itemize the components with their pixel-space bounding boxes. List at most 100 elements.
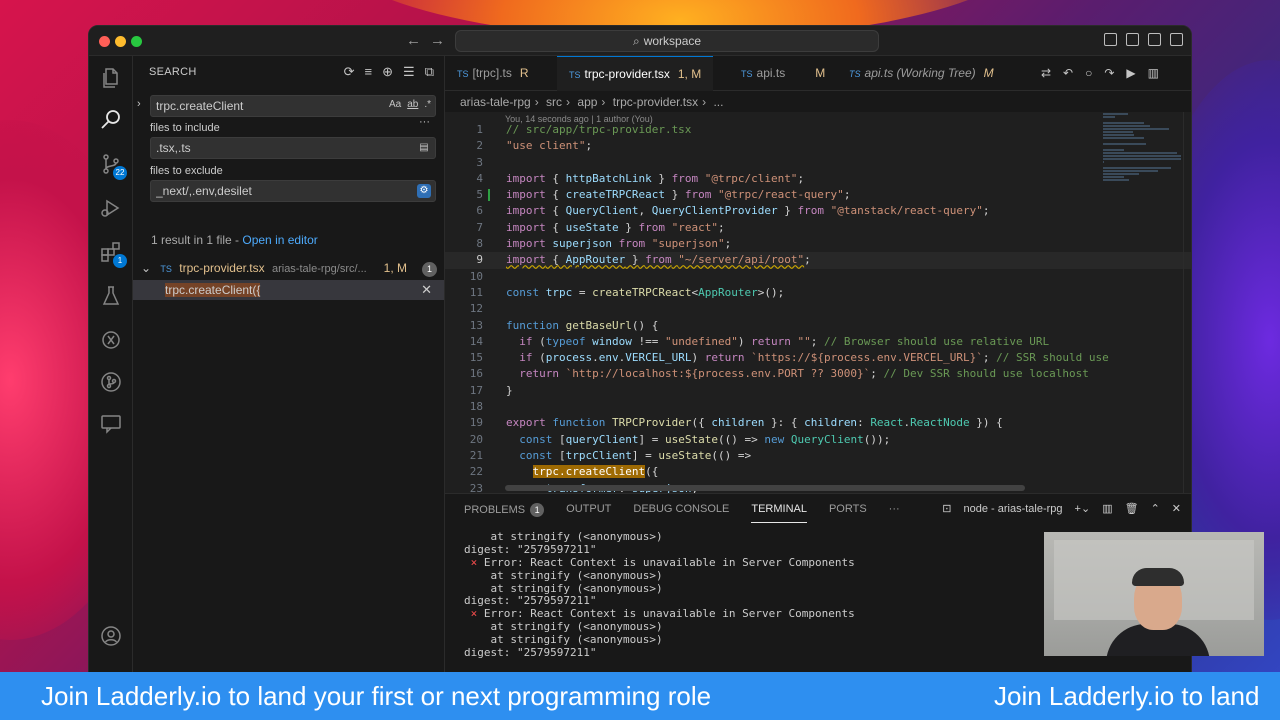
split-terminal-icon[interactable]: ▥ <box>1102 502 1112 515</box>
vertical-scrollbar[interactable] <box>1183 112 1191 493</box>
tab-debug-console[interactable]: DEBUG CONSOLE <box>633 503 729 523</box>
terminal-text: at stringify (<anonymous>) <box>464 530 663 543</box>
files-to-include-input[interactable] <box>151 138 401 158</box>
search-input[interactable] <box>151 96 351 116</box>
chat-icon[interactable] <box>99 412 123 436</box>
toggle-secondary-sidebar-icon[interactable] <box>1148 33 1161 46</box>
new-terminal-icon[interactable]: +⌄ <box>1075 502 1091 515</box>
code-editor[interactable]: You, 14 seconds ago | 1 author (You) 1//… <box>445 112 1191 493</box>
line-number: 15 <box>469 351 483 365</box>
result-match-row[interactable]: trpc.createClient({ ✕ <box>133 280 444 300</box>
tab-ports[interactable]: PORTS <box>829 503 867 523</box>
code-line[interactable]: 15 if (process.env.VERCEL_URL) return `h… <box>445 350 1191 366</box>
tab-api-ts[interactable]: TS api.ts M <box>729 56 837 91</box>
new-search-editor-icon[interactable]: ⊕ <box>382 64 393 80</box>
back-arrow-icon[interactable]: ← <box>406 32 421 50</box>
match-whole-word-toggle[interactable]: ab <box>407 99 418 110</box>
code-line[interactable]: 10 <box>445 269 1191 285</box>
code-text: // src/app/trpc-provider.tsx <box>506 123 692 136</box>
terminal-output[interactable]: at stringify (<anonymous>) digest: "25795… <box>464 530 1104 660</box>
view-as-tree-icon[interactable]: ☰ <box>403 64 415 80</box>
clear-results-icon[interactable]: ≡ <box>365 64 373 80</box>
terminal-instance-name[interactable]: node - arias-tale-rpg <box>963 503 1062 515</box>
files-to-exclude-input[interactable] <box>151 181 401 201</box>
trash-icon[interactable]: 🗑 <box>1125 502 1139 515</box>
code-line[interactable]: 11 const trpc = createTRPCReact<AppRouter… <box>445 285 1191 301</box>
previous-change-icon[interactable]: ○ <box>1085 66 1092 80</box>
zoom-window-button[interactable] <box>131 36 142 47</box>
search-details-toggle-icon[interactable]: ··· <box>419 116 430 128</box>
panel-more-icon[interactable]: ··· <box>889 503 900 523</box>
line-number: 9 <box>476 253 483 267</box>
gear-icon[interactable]: ⚙ <box>417 184 431 198</box>
tab-problems[interactable]: PROBLEMS 1 <box>464 503 545 523</box>
result-file-row[interactable]: ⌄ TS trpc-provider.tsx arias-tale-rpg/sr… <box>141 261 441 281</box>
use-regex-toggle[interactable]: .* <box>424 99 431 110</box>
forward-arrow-icon[interactable]: → <box>430 32 445 50</box>
tab-trpc-provider[interactable]: TS trpc-provider.tsx 1, M <box>557 56 714 91</box>
extensions-icon[interactable]: 1 <box>99 240 127 268</box>
code-line[interactable]: 19 export function TRPCProvider({ childre… <box>445 415 1191 431</box>
split-editor-icon[interactable]: ▥ <box>1148 66 1159 80</box>
maximize-panel-icon[interactable]: ⌃ <box>1151 502 1160 515</box>
tab-api-ts-working-tree[interactable]: TS api.ts (Working Tree) M <box>837 56 1006 91</box>
code-line[interactable]: 9 import { AppRouter } from "~/server/api… <box>445 252 1191 269</box>
code-line[interactable]: 4 import { httpBatchLink } from "@trpc/cl… <box>445 171 1191 187</box>
breadcrumb-item[interactable]: app <box>577 95 597 109</box>
code-line[interactable]: 20 const [queryClient] = useState(() => … <box>445 432 1191 448</box>
close-window-button[interactable] <box>99 36 110 47</box>
revert-icon[interactable]: ↶ <box>1063 66 1073 80</box>
code-line[interactable]: 21 const [trpcClient] = useState(() => <box>445 448 1191 464</box>
code-line[interactable]: 17} <box>445 383 1191 399</box>
command-center[interactable]: ⌕ workspace <box>455 30 879 52</box>
minimap[interactable] <box>1103 112 1183 493</box>
run-debug-icon[interactable] <box>99 196 123 220</box>
minimap-line <box>1103 173 1139 175</box>
breadcrumb-item[interactable]: src <box>546 95 562 109</box>
tab-trpc-ts[interactable]: TS [trpc].ts R <box>445 56 541 91</box>
git-compare-icon[interactable]: ⇄ <box>1041 66 1051 80</box>
explorer-icon[interactable] <box>99 66 123 90</box>
code-line[interactable]: 12 <box>445 301 1191 317</box>
match-case-toggle[interactable]: Aa <box>389 99 401 110</box>
minimize-window-button[interactable] <box>115 36 126 47</box>
source-control-icon[interactable]: 22 <box>99 152 127 180</box>
code-line[interactable]: 5 import { createTRPCReact } from "@trpc/… <box>445 187 1191 203</box>
book-icon[interactable]: ▤ <box>417 141 431 155</box>
editor-actions: ⇄ ↶ ○ ↷ ▶ ▥ <box>1041 66 1159 80</box>
tab-output[interactable]: OUTPUT <box>566 503 611 523</box>
open-in-editor-link[interactable]: Open in editor <box>242 233 317 247</box>
dismiss-result-icon[interactable]: ✕ <box>421 282 432 298</box>
code-line[interactable]: 14 if (typeof window !== "undefined") re… <box>445 334 1191 350</box>
refresh-icon[interactable]: ⟳ <box>344 64 355 80</box>
code-line[interactable]: 18 <box>445 399 1191 415</box>
code-line[interactable]: 7 import { useState } from "react"; <box>445 220 1191 236</box>
breadcrumb-item[interactable]: arias-tale-rpg <box>460 95 531 109</box>
code-line[interactable]: 2 "use client"; <box>445 138 1191 154</box>
code-line[interactable]: 8 import superjson from "superjson"; <box>445 236 1191 252</box>
code-line[interactable]: 1 // src/app/trpc-provider.tsx <box>445 122 1191 138</box>
toggle-replace-chevron-icon[interactable]: › <box>137 98 141 110</box>
code-line[interactable]: 22 trpc.createClient({ <box>445 464 1191 480</box>
tab-label: api.ts <box>756 66 786 80</box>
code-line[interactable]: 6 import { QueryClient, QueryClientProvid… <box>445 203 1191 219</box>
breadcrumb-item[interactable]: trpc-provider.tsx <box>613 95 698 109</box>
run-icon[interactable]: ▶ <box>1126 66 1135 80</box>
git-graph-icon[interactable] <box>99 370 123 394</box>
collapse-all-icon[interactable]: ⧉ <box>425 64 434 80</box>
toggle-panel-icon[interactable] <box>1126 33 1139 46</box>
remote-explorer-icon[interactable] <box>99 328 123 352</box>
customize-layout-icon[interactable] <box>1170 33 1183 46</box>
code-line[interactable]: 13 function getBaseUrl() { <box>445 318 1191 334</box>
toggle-primary-sidebar-icon[interactable] <box>1104 33 1117 46</box>
tab-terminal[interactable]: TERMINAL <box>751 503 807 523</box>
testing-icon[interactable] <box>99 284 123 308</box>
breadcrumb-item[interactable]: ... <box>713 95 723 109</box>
horizontal-scrollbar[interactable] <box>505 485 1025 491</box>
code-line[interactable]: 16 return `http://localhost:${process.en… <box>445 366 1191 382</box>
accounts-icon[interactable] <box>99 624 123 648</box>
close-panel-icon[interactable]: ✕ <box>1172 502 1181 515</box>
code-line[interactable]: 3 <box>445 155 1191 171</box>
next-change-icon[interactable]: ↷ <box>1104 66 1114 80</box>
search-view-icon[interactable] <box>99 108 123 132</box>
